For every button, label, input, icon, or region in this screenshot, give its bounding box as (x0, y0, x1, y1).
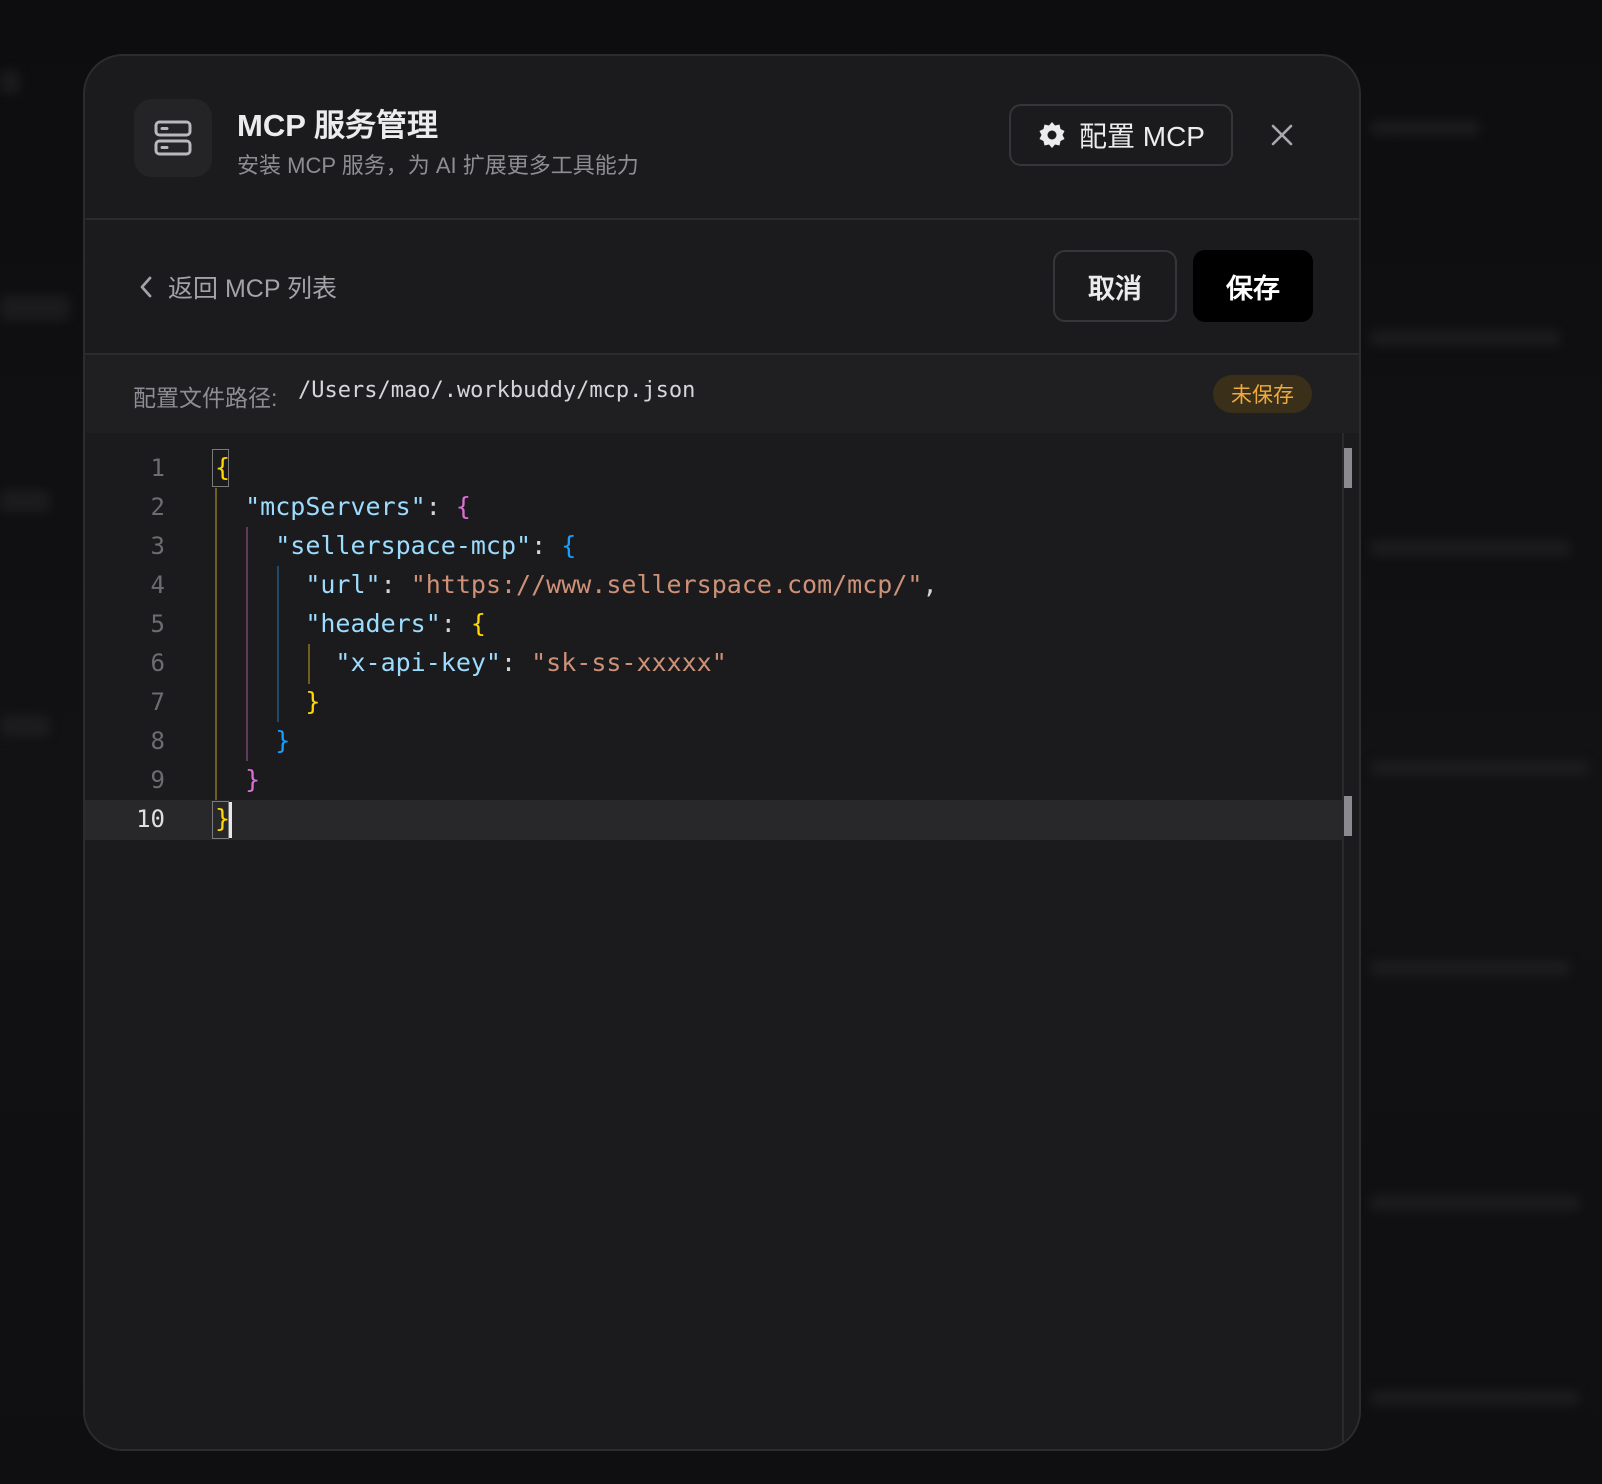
scrollbar-marker[interactable] (1344, 448, 1352, 488)
line-number: 4 (150, 571, 165, 599)
code-line: } (305, 687, 321, 716)
json-key: "mcpServers" (245, 492, 426, 521)
unsaved-status-badge: 未保存 (1213, 375, 1312, 413)
line-number: 5 (150, 610, 165, 638)
dialog-subtitle: 安装 MCP 服务，为 AI 扩展更多工具能力 (237, 153, 639, 178)
line-number: 7 (150, 688, 165, 716)
dialog-header: MCP 服务管理 安装 MCP 服务，为 AI 扩展更多工具能力 配置 MCP (85, 56, 1359, 220)
cancel-button[interactable]: 取消 (1053, 250, 1177, 322)
background-content (1370, 330, 1560, 346)
scrollbar-marker[interactable] (1344, 796, 1352, 836)
background-content (1370, 540, 1570, 556)
code-line: { (215, 453, 231, 482)
line-number-active: 10 (136, 805, 165, 833)
line-number: 9 (150, 766, 165, 794)
config-path-label: 配置文件路径: (133, 385, 278, 411)
json-key: "sellerspace-mcp" (275, 531, 532, 560)
save-button[interactable]: 保存 (1193, 250, 1313, 322)
chevron-left-icon (138, 275, 154, 299)
background-content (1370, 1195, 1580, 1211)
background-content (1370, 120, 1480, 136)
code-line: "x-api-key": "sk-ss-xxxxx" (335, 648, 727, 677)
json-code-editor[interactable]: 1 2 3 4 5 6 7 8 9 10 { "mcpServers": { "… (85, 433, 1359, 1449)
dialog-title: MCP 服务管理 (237, 108, 438, 143)
code-line: "mcpServers": { (245, 492, 471, 521)
background-content (0, 295, 70, 321)
background-content (0, 70, 20, 94)
json-key: "x-api-key" (335, 648, 501, 677)
server-icon (134, 99, 212, 177)
line-number: 8 (150, 727, 165, 755)
background-content (0, 715, 50, 737)
json-key: "url" (305, 570, 381, 599)
code-line: "sellerspace-mcp": { (275, 531, 577, 560)
back-to-mcp-list-link[interactable]: 返回 MCP 列表 (138, 269, 337, 305)
code-line: "headers": { (305, 609, 486, 638)
gear-icon (1037, 120, 1067, 150)
code-line: } (215, 804, 231, 833)
json-string: "https://www.sellerspace.com/mcp/" (410, 570, 923, 599)
code-line: } (245, 765, 261, 794)
editor-scrollbar[interactable] (1342, 433, 1344, 1449)
line-number: 2 (150, 493, 165, 521)
config-path-value: /Users/mao/.workbuddy/mcp.json (298, 378, 696, 403)
background-content (0, 490, 50, 512)
background-content (1370, 1390, 1580, 1406)
text-cursor (229, 802, 232, 838)
json-string: "sk-ss-xxxxx" (531, 648, 727, 677)
code-line: "url": "https://www.sellerspace.com/mcp/… (305, 570, 938, 599)
configure-mcp-label: 配置 MCP (1078, 121, 1205, 152)
back-link-label: 返回 MCP 列表 (168, 275, 337, 303)
code-line: } (275, 726, 291, 755)
editor-toolbar: 返回 MCP 列表 取消 保存 (85, 220, 1359, 355)
line-number: 3 (150, 532, 165, 560)
json-key: "headers" (305, 609, 441, 638)
close-icon[interactable] (1265, 118, 1299, 152)
configure-mcp-button[interactable]: 配置 MCP (1009, 104, 1233, 166)
line-number: 6 (150, 649, 165, 677)
mcp-management-dialog: MCP 服务管理 安装 MCP 服务，为 AI 扩展更多工具能力 配置 MCP (83, 54, 1361, 1451)
current-line-highlight (85, 800, 1342, 840)
background-content (1370, 760, 1590, 776)
background-content (1370, 960, 1570, 976)
config-path-bar: 配置文件路径: /Users/mao/.workbuddy/mcp.json 未… (85, 355, 1359, 433)
line-number: 1 (150, 454, 165, 482)
